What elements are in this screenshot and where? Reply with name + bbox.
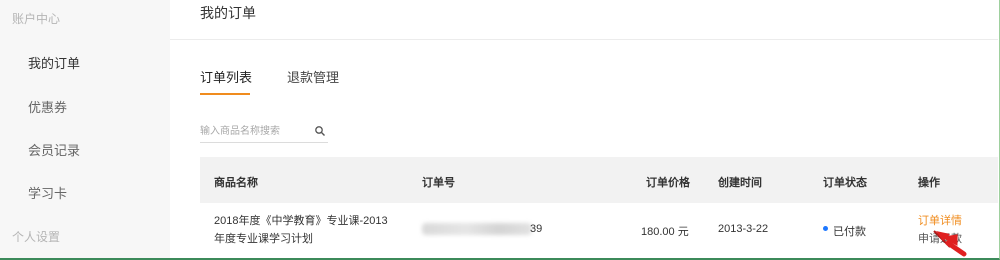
product-name-line2: 年度专业课学习计划 — [214, 233, 313, 245]
product-name-line1: 2018年度《中学教育》专业课-2013 — [214, 215, 388, 227]
search-icon[interactable] — [314, 125, 326, 137]
table-header: 商品名称 订单号 订单价格 创建时间 订单状态 操作 — [200, 157, 998, 203]
column-product-name: 商品名称 — [214, 177, 258, 189]
tab-refund-management[interactable]: 退款管理 — [287, 67, 339, 86]
table-row: 2018年度《中学教育》专业课-2013 年度专业课学习计划 39 180.00… — [200, 203, 998, 258]
order-number-suffix: 39 — [530, 223, 543, 235]
mouse-cursor-icon — [933, 230, 967, 257]
sidebar-item-coupons[interactable]: 优惠券 — [28, 97, 67, 116]
column-order-no: 订单号 — [422, 177, 455, 189]
status-dot-icon — [823, 226, 828, 231]
sidebar-group-account: 账户中心 — [12, 12, 61, 26]
order-price: 180.00 元 — [641, 226, 689, 238]
column-order-price: 订单价格 — [646, 177, 690, 189]
tab-order-list[interactable]: 订单列表 — [200, 67, 252, 86]
created-time: 2013-3-22 — [718, 223, 769, 235]
search-input[interactable] — [200, 122, 308, 141]
sidebar: 账户中心 我的订单 优惠券 会员记录 学习卡 个人设置 — [0, 0, 170, 258]
sidebar-group-personal: 个人设置 — [12, 230, 61, 244]
main-content: 我的订单 订单列表 退款管理 商品名称 订单号 订单价格 创建时间 订单状态 操… — [170, 0, 998, 258]
search-box — [200, 121, 328, 143]
title-divider — [170, 39, 998, 40]
sidebar-item-membership-records[interactable]: 会员记录 — [28, 140, 80, 159]
product-name[interactable]: 2018年度《中学教育》专业课-2013 年度专业课学习计划 — [214, 212, 404, 248]
sidebar-item-study-card[interactable]: 学习卡 — [28, 183, 67, 202]
active-tab-indicator — [200, 93, 250, 95]
order-status: 已付款 — [833, 226, 866, 238]
page-title: 我的订单 — [200, 5, 256, 21]
column-actions: 操作 — [918, 177, 940, 189]
column-created-time: 创建时间 — [718, 177, 762, 189]
sidebar-item-my-orders[interactable]: 我的订单 — [28, 53, 80, 72]
column-order-status: 订单状态 — [823, 177, 867, 189]
order-number-redacted — [422, 223, 532, 235]
